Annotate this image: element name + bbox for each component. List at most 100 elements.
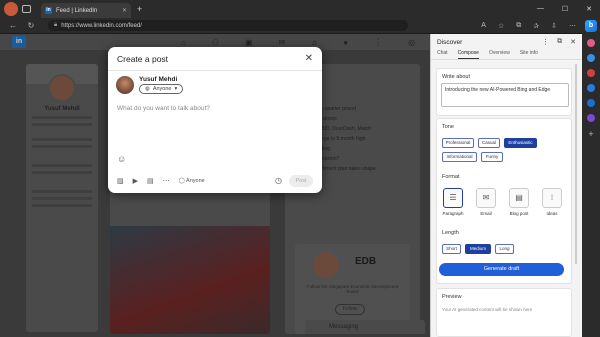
back-icon[interactable]: ←	[8, 21, 18, 30]
length-medium[interactable]: Medium	[465, 244, 491, 254]
document-icon[interactable]: ▤	[147, 177, 154, 185]
browser-tab-bar: in Feed | LinkedIn ✕ + — ☐ ✕	[0, 0, 600, 18]
refresh-icon[interactable]: ↻	[26, 21, 36, 30]
address-bar[interactable]: 🔒︎ https://www.linkedin.com/feed/	[48, 20, 408, 31]
network-icon[interactable]: ⚇	[212, 38, 219, 47]
tone-enthusiastic[interactable]: Enthusiastic	[504, 138, 537, 148]
caret-down-icon: ▾	[174, 86, 178, 92]
url-text: https://www.linkedin.com/feed/	[61, 22, 142, 29]
linkedin-logo[interactable]: in	[12, 36, 26, 48]
new-tab-button[interactable]: +	[137, 4, 142, 14]
messaging-icon[interactable]: ✉	[279, 38, 286, 47]
jobs-icon[interactable]: ▣	[245, 38, 253, 47]
premium-icon[interactable]: ◎	[408, 38, 415, 47]
format-paragraph[interactable]: ☰ Paragraph	[442, 188, 464, 216]
tone-label: Tone	[442, 124, 454, 130]
discover-title: Discover	[437, 38, 463, 46]
drop-icon[interactable]	[587, 114, 595, 122]
bing-icon[interactable]: b	[585, 20, 597, 32]
notifications-icon[interactable]: ♫	[311, 38, 317, 47]
tone-funny[interactable]: Funny	[481, 152, 503, 162]
shopping-icon[interactable]	[587, 39, 595, 47]
profile-avatar[interactable]	[4, 2, 18, 16]
format-email-label: Email	[480, 211, 492, 216]
favorites-icon[interactable]: ✰	[533, 22, 539, 30]
format-blog-post[interactable]: ▤ Blog post	[508, 188, 530, 216]
format-blog-post-label: Blog post	[509, 211, 529, 216]
emoji-icon[interactable]: ☺	[117, 154, 126, 164]
tab-site-info[interactable]: Site info	[520, 50, 538, 59]
read-aloud-icon[interactable]: A	[481, 22, 486, 30]
outlook-icon[interactable]	[587, 99, 595, 107]
office-icon[interactable]	[587, 84, 595, 92]
me-icon[interactable]: ●	[343, 38, 348, 47]
close-dialog-button[interactable]: ✕	[305, 53, 313, 64]
comment-audience[interactable]: ◯ Anyone	[179, 178, 205, 184]
video-icon[interactable]: ▶	[133, 177, 138, 185]
format-ideas[interactable]: ⁝ Ideas	[541, 188, 563, 216]
edge-sidebar-rail: b +	[582, 18, 600, 337]
discover-panel: Discover ⋮ ⧉ ✕ Chat Compose Overview Sit…	[430, 34, 582, 337]
tab-actions-icon[interactable]	[22, 5, 31, 13]
tone-informational[interactable]: Informational	[442, 152, 477, 162]
messaging-bar[interactable]: Messaging	[305, 320, 425, 334]
user-avatar	[116, 76, 134, 94]
audience-label: Anyone	[152, 86, 172, 92]
more-icon[interactable]: ⋮	[542, 38, 549, 46]
profile-avatar-large[interactable]	[48, 74, 76, 102]
tab-chat[interactable]: Chat	[437, 50, 448, 59]
linkedin-nav: ⌂ ⚇ ▣ ✉ ♫ ● ⋮ ◎	[181, 38, 415, 47]
maximize-button[interactable]: ☐	[562, 5, 568, 13]
window-controls: — ☐ ✕	[537, 5, 600, 13]
schedule-icon[interactable]: ◷	[275, 176, 282, 185]
add-icon[interactable]: +	[588, 129, 593, 139]
write-about-input[interactable]: Introducing the new AI-Powered Bing and …	[441, 83, 569, 107]
downloads-icon[interactable]: ⇩	[551, 22, 557, 30]
tab-overview[interactable]: Overview	[489, 50, 510, 59]
discover-tabs: Chat Compose Overview Site info	[431, 50, 582, 60]
games-icon[interactable]	[587, 69, 595, 77]
ad-follow-button[interactable]: Follow	[335, 304, 365, 315]
dialog-title: Create a post	[117, 54, 169, 64]
generate-draft-button[interactable]: Generate draft	[439, 263, 564, 276]
tab-title: Feed | LinkedIn	[56, 7, 98, 14]
tab-compose[interactable]: Compose	[457, 50, 479, 59]
photo-icon[interactable]: ▨	[117, 177, 124, 185]
format-email[interactable]: ✉ Email	[475, 188, 497, 216]
more-options-icon[interactable]: ⋯	[163, 177, 170, 185]
format-paragraph-label: Paragraph	[442, 211, 464, 216]
preview-label: Preview	[442, 294, 462, 300]
lock-icon: 🔒︎	[54, 22, 58, 28]
minimize-button[interactable]: —	[537, 5, 544, 13]
collections-icon[interactable]: ⧉	[516, 22, 521, 30]
open-new-icon[interactable]: ⧉	[557, 38, 562, 46]
ad-text: Follow the Singapore Economic Developmen…	[306, 284, 399, 294]
ad-avatar	[313, 252, 339, 278]
length-short[interactable]: Short	[442, 244, 461, 254]
discover-header: Discover ⋮ ⧉ ✕	[431, 34, 582, 50]
compose-options-card: Tone Professional Casual Enthusiastic In…	[436, 118, 572, 284]
feed-photo[interactable]	[110, 226, 270, 334]
profile-name[interactable]: Yusuf Mehdi	[26, 106, 98, 112]
close-panel-icon[interactable]: ✕	[570, 38, 576, 46]
write-about-card: Write about Introducing the new AI-Power…	[436, 68, 572, 116]
post-button[interactable]: Post	[289, 175, 313, 187]
post-toolbar: ▨ ▶ ▤ ⋯ ◯ Anyone	[117, 177, 205, 185]
format-ideas-label: Ideas	[546, 211, 558, 216]
panel-scrollbar[interactable]	[575, 64, 577, 264]
close-window-button[interactable]: ✕	[586, 5, 592, 13]
tools-icon[interactable]	[587, 54, 595, 62]
browser-tab[interactable]: in Feed | LinkedIn ✕	[41, 3, 131, 18]
close-tab-icon[interactable]: ✕	[122, 7, 127, 14]
home-icon[interactable]: ⌂	[181, 38, 186, 47]
more-icon[interactable]: ⋯	[569, 22, 576, 30]
work-icon[interactable]: ⋮	[374, 38, 382, 47]
tone-professional[interactable]: Professional	[442, 138, 474, 148]
post-text-input[interactable]: What do you want to talk about?	[117, 105, 210, 112]
ideas-icon: ⁝	[542, 188, 562, 208]
audience-selector[interactable]: ◍ Anyone ▾	[139, 84, 184, 94]
favorite-star-icon[interactable]: ☆	[498, 22, 504, 30]
length-long[interactable]: Long	[495, 244, 514, 254]
ad-brand-logo: EDB	[355, 256, 377, 267]
tone-casual[interactable]: Casual	[478, 138, 500, 148]
